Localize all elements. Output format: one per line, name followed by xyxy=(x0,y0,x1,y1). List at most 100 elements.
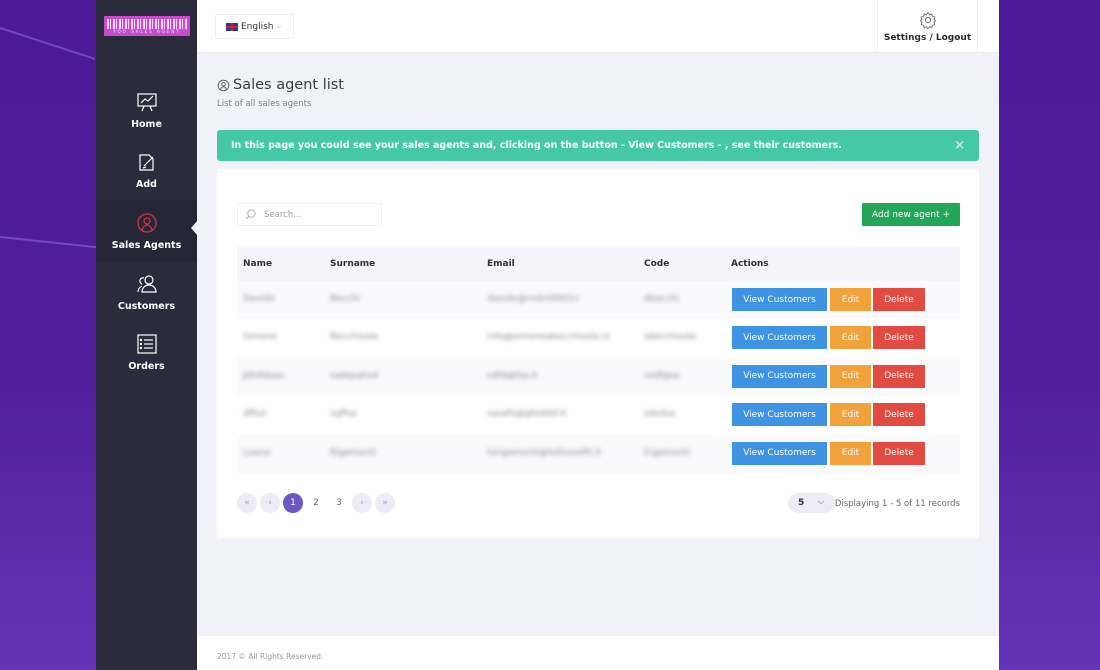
logo[interactable]: YOO SALES AGENT xyxy=(104,16,190,36)
barcode-icon xyxy=(107,18,187,29)
page-title-text: Sales agent list xyxy=(233,77,344,93)
sidebar-item-label: Customers xyxy=(117,300,176,312)
delete-button[interactable]: Delete xyxy=(873,288,925,311)
delete-button[interactable]: Delete xyxy=(873,364,925,388)
table-row: Simone Bocchisola info@simoneabocchisola.c… xyxy=(237,319,960,357)
search-icon xyxy=(245,209,256,220)
cell-surname: Rigamonti xyxy=(330,447,376,458)
cell-name: Simone xyxy=(243,332,277,343)
chevron-down-icon: ⌵ xyxy=(817,497,824,506)
cell-surname: Bocchisola xyxy=(330,332,378,343)
sidebar: YOO SALES AGENT Home Add Sales Agents Cu… xyxy=(96,0,198,670)
close-icon[interactable]: × xyxy=(954,138,965,153)
column-email[interactable]: Email xyxy=(487,259,515,269)
agent-globe-icon xyxy=(136,212,158,234)
last-page-button[interactable]: » xyxy=(375,493,395,513)
cell-code: sodfgsa xyxy=(644,370,679,381)
info-alert: In this page you could see your sales ag… xyxy=(217,130,979,161)
sidebar-item-label: Orders xyxy=(128,360,165,372)
edit-button[interactable]: Edit xyxy=(830,441,871,465)
add-agent-button[interactable]: Add new agent + xyxy=(862,203,960,226)
language-selector[interactable]: English ⌵ xyxy=(215,14,294,39)
sidebar-item-label: Home xyxy=(131,118,162,130)
page-1-button[interactable]: 1 xyxy=(283,493,303,513)
background-line xyxy=(0,236,100,249)
settings-label: Settings / Logout xyxy=(883,32,972,43)
page-subtitle: List of all sales agents xyxy=(217,99,312,109)
column-surname[interactable]: Surname xyxy=(330,259,375,269)
cell-code: dbocchi xyxy=(644,294,680,304)
table-row: Jdtdldaso sadqsahsd sdfd@fsa.it sodfgsa View… xyxy=(237,357,960,396)
sidebar-item-label: Sales Agents xyxy=(111,239,182,251)
cell-surname: sadqsahsd xyxy=(330,370,378,381)
edit-button[interactable]: Edit xyxy=(830,326,871,350)
edit-document-icon xyxy=(136,151,158,173)
cell-email: sdfd@fsa.it xyxy=(487,370,538,381)
top-bar: English ⌵ Settings / Logout xyxy=(197,0,999,53)
search-input[interactable]: Search... xyxy=(237,203,382,226)
presentation-chart-icon xyxy=(136,91,158,113)
background-line xyxy=(0,27,96,60)
table-row: Luana Rigamonti lurigamonti@tolinosefit.it… xyxy=(237,434,960,473)
sidebar-item-sales-agents[interactable]: Sales Agents xyxy=(96,200,197,262)
cell-code: sdsdsa xyxy=(644,409,676,420)
page-title: Sales agent list xyxy=(217,77,344,93)
first-page-button[interactable]: « xyxy=(237,493,257,513)
delete-button[interactable]: Delete xyxy=(873,326,925,350)
delete-button[interactable]: Delete xyxy=(873,441,925,465)
cell-name: Luana xyxy=(243,447,271,458)
cell-code: lrigamonti xyxy=(644,447,690,458)
agent-globe-icon xyxy=(217,79,230,91)
records-count: Displaying 1 - 5 of 11 records xyxy=(834,499,960,509)
next-page-button[interactable]: › xyxy=(352,493,372,513)
column-code[interactable]: Code xyxy=(644,259,669,269)
page-size-value: 5 xyxy=(798,498,805,508)
edit-button[interactable]: Edit xyxy=(830,403,871,427)
cell-name: Davide xyxy=(243,294,275,304)
search-placeholder: Search... xyxy=(264,209,302,220)
sidebar-item-add[interactable]: Add xyxy=(96,140,197,200)
cell-name: Jdtdldaso xyxy=(243,370,285,381)
app-window: YOO SALES AGENT Home Add Sales Agents Cu… xyxy=(96,0,999,670)
page-3-button[interactable]: 3 xyxy=(329,493,349,513)
cell-email: lurigamonti@tolinosefit.it xyxy=(487,447,602,458)
active-indicator xyxy=(191,220,198,236)
cell-surname: sqffsa xyxy=(330,409,357,420)
settings-logout-button[interactable]: Settings / Logout xyxy=(877,0,978,53)
view-customers-button[interactable]: View Customers xyxy=(732,364,827,388)
cell-name: dffsd xyxy=(243,409,266,420)
column-name[interactable]: Name xyxy=(243,259,272,269)
users-icon xyxy=(136,273,158,295)
view-customers-button[interactable]: View Customers xyxy=(732,441,827,465)
cell-email: davide@rndm0001n xyxy=(487,294,579,304)
view-customers-button[interactable]: View Customers xyxy=(732,326,827,350)
chevron-down-icon: ⌵ xyxy=(276,22,282,30)
edit-button[interactable]: Edit xyxy=(830,288,871,311)
sidebar-item-home[interactable]: Home xyxy=(96,80,197,140)
alert-text: In this page you could see your sales ag… xyxy=(231,140,843,151)
edit-button[interactable]: Edit xyxy=(830,364,871,388)
cell-email: sasafs@gfeddsf.it xyxy=(487,409,567,420)
list-icon xyxy=(136,333,158,355)
page-2-button[interactable]: 2 xyxy=(306,493,326,513)
table-row: dffsd sqffsa sasafs@gfeddsf.it sdsdsa View C… xyxy=(237,396,960,434)
table-header: Name Surname Email Code Actions xyxy=(237,247,960,281)
column-actions: Actions xyxy=(731,259,769,269)
sidebar-item-label: Add xyxy=(136,178,157,190)
agents-card: Search... Add new agent + Name Surname E… xyxy=(217,169,979,538)
prev-page-button[interactable]: ‹ xyxy=(260,493,280,513)
view-customers-button[interactable]: View Customers xyxy=(732,403,827,427)
view-customers-button[interactable]: View Customers xyxy=(732,288,827,311)
cell-surname: Bocchi xyxy=(330,294,360,304)
gear-icon xyxy=(919,11,936,29)
cell-code: sbocchisola xyxy=(644,332,697,343)
sidebar-item-orders[interactable]: Orders xyxy=(96,322,197,382)
language-label: English xyxy=(241,21,274,32)
footer-copyright: 2017 © All Rights Reserved. xyxy=(197,636,999,670)
cell-email: info@simoneabocchisola.ct xyxy=(487,332,610,343)
sidebar-item-customers[interactable]: Customers xyxy=(96,262,197,322)
logo-text: YOO SALES AGENT xyxy=(113,28,181,34)
table-row: Davide Bocchi davide@rndm0001n dbocchi View … xyxy=(237,281,960,319)
page-size-select[interactable]: 5 ⌵ xyxy=(788,493,835,513)
delete-button[interactable]: Delete xyxy=(873,403,925,427)
